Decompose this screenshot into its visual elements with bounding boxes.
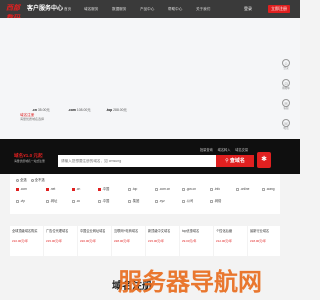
tld-select-options: 全选 全不选 — [16, 177, 45, 183]
nav-item-data[interactable]: 数据服务 — [112, 6, 126, 12]
hero-price-item: .com 108.00元 — [68, 108, 91, 112]
domain-card[interactable]: 中国企业网址域名 ¥20.00元/年 — [78, 226, 111, 256]
tld-checkbox[interactable]: .top — [128, 186, 137, 192]
sidebar-service[interactable]: ✉ 客服 — [279, 99, 293, 113]
select-none-radio[interactable]: 全不选 — [30, 178, 45, 182]
service-icon: ✉ — [282, 99, 290, 107]
search-icon: ⚲ — [225, 158, 229, 164]
tld-checkbox[interactable]: .cc — [72, 198, 80, 204]
tld-checkbox[interactable]: .xyz — [155, 198, 165, 204]
domain-card[interactable]: 个性化后缀 ¥12.00元/年 — [214, 226, 247, 256]
brand-logo[interactable]: 西部数码 — [6, 4, 26, 22]
domain-search-input[interactable] — [58, 155, 216, 167]
login-link[interactable]: 登录 — [244, 5, 252, 13]
tld-checkbox[interactable]: .vip — [16, 198, 25, 204]
tld-checkbox[interactable]: .online — [236, 186, 249, 192]
search-button[interactable]: ⚲查域名 — [216, 155, 254, 167]
cart-icon: ⊡ — [282, 79, 290, 87]
promo-subtitle: 海量优质域名一站式注册 — [14, 159, 45, 163]
domain-card[interactable]: 广告位代理域名 ¥15.00元/年 — [44, 226, 77, 256]
select-all-radio[interactable]: 全选 — [16, 178, 27, 182]
domain-card[interactable]: 全球顶级域名购买 ¥10.00元/年 — [10, 226, 43, 256]
nav-item-about[interactable]: 关于我们 — [196, 6, 210, 12]
search-promo: 域名¥1.0 元起 海量优质域名一站式注册 — [14, 153, 52, 167]
search-links: 批量查询 域名转入 域名交易 — [200, 147, 252, 153]
nav-item-home[interactable]: 首页 — [64, 6, 71, 12]
tld-checkbox[interactable]: .cn — [72, 186, 80, 192]
nav-item-help[interactable]: 帮助中心 — [168, 6, 182, 12]
phone-icon: ☏ — [282, 119, 290, 127]
domain-card[interactable]: top优惠域名 ¥9.00元/年 — [180, 226, 213, 256]
site-title: 客户服务中心 — [27, 6, 64, 12]
hero-price-item: .top 288.00元 — [106, 108, 127, 112]
link-batch-query[interactable]: 批量查询 — [200, 148, 213, 152]
sidebar-phone[interactable]: ☏ 电话 — [279, 119, 293, 133]
tld-panel: 全选 全不选 .com .net .cn .中国 .top .com.cn .g… — [10, 174, 280, 214]
top-nav: 西部数码 客户服务中心 首页 域名服务 数据服务 产品中心 帮助中心 关于我们 … — [0, 0, 300, 22]
watermark: 服务器导航网 — [118, 269, 262, 296]
tag-icon[interactable]: ✱ — [257, 152, 271, 168]
hero-tag-subtitle: 海量优质域名选择 — [20, 117, 45, 121]
tld-checkbox[interactable]: .网络 — [210, 198, 221, 204]
domain-card[interactable]: 最新行业域名 ¥18.00元/年 — [248, 226, 280, 256]
nav-item-domain[interactable]: 域名服务 — [84, 6, 98, 12]
tld-checkbox[interactable]: .公司 — [182, 198, 193, 204]
sidebar-cart[interactable]: ⊡ 购物车 — [279, 79, 293, 93]
tld-checkbox[interactable]: .info — [210, 186, 220, 192]
link-domain-transfer[interactable]: 域名转入 — [218, 148, 231, 152]
tld-checkbox[interactable]: .gov.cn — [182, 186, 196, 192]
tld-checkbox[interactable]: .集团 — [128, 198, 139, 204]
domain-cards: 全球顶级域名购买 ¥10.00元/年 广告位代理域名 ¥15.00元/年 中国企业网… — [10, 226, 280, 256]
hero-tag: 域名注册 海量优质域名选择 — [20, 113, 60, 121]
domain-card[interactable]: 互联网+电商域名 ¥28.00元/年 — [112, 226, 145, 256]
domain-card[interactable]: 新顶级中文域名 ¥15.00元/年 — [146, 226, 179, 256]
tld-checkbox[interactable]: .中国 — [98, 198, 109, 204]
tld-checkbox[interactable]: .com.cn — [155, 186, 170, 192]
link-domain-trade[interactable]: 域名交易 — [235, 148, 248, 152]
nav-item-products[interactable]: 产品中心 — [140, 6, 154, 12]
tld-checkbox[interactable]: .net — [46, 186, 55, 192]
user-icon: ☺ — [282, 59, 290, 67]
tld-checkbox[interactable]: .wang — [262, 186, 275, 192]
sidebar-login[interactable]: ☺ 登录 — [279, 59, 293, 73]
tld-checkbox[interactable]: .com — [16, 186, 27, 192]
tld-checkbox[interactable]: .网址 — [46, 198, 57, 204]
tld-checkbox[interactable]: .中国 — [98, 186, 109, 192]
register-button[interactable]: 立即注册 — [268, 5, 290, 13]
